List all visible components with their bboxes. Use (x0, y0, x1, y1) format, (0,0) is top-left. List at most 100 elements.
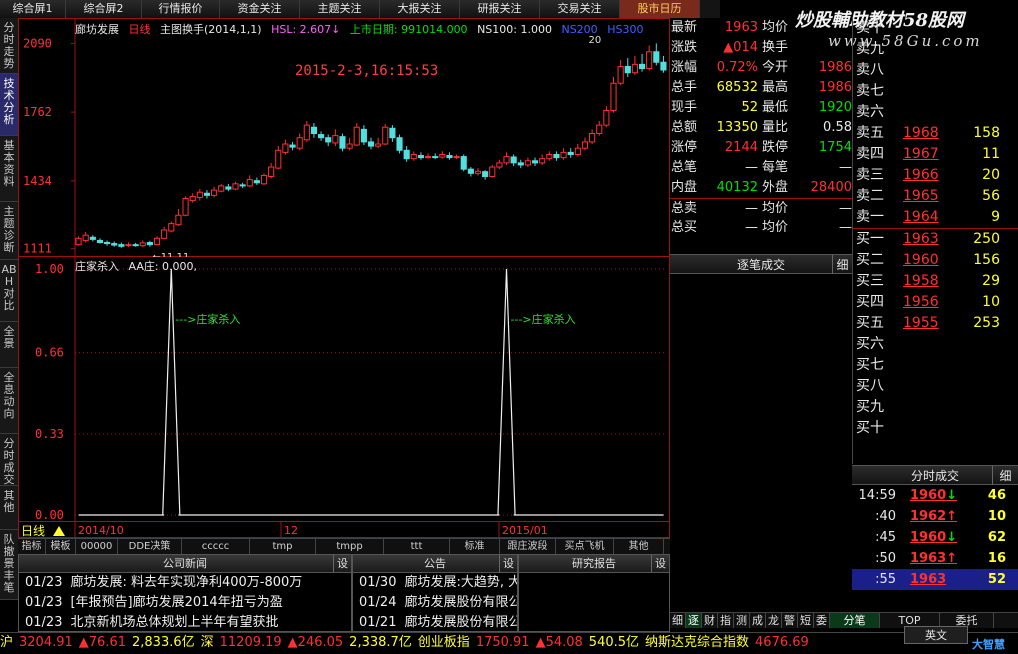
ask-row[interactable]: 卖九 (853, 39, 1018, 60)
indicator-tab-8[interactable]: 标准 (450, 539, 500, 554)
bid-row[interactable]: 买八 (853, 376, 1018, 397)
timesales-detail-button[interactable]: 细 (992, 466, 1018, 485)
left-tab-2[interactable]: 基本资料 (0, 136, 18, 202)
candle-body (417, 155, 424, 159)
right-tab-3[interactable]: 指 (718, 613, 734, 628)
news-panel-header[interactable]: 研究报告 设 (519, 555, 669, 573)
indicator-tab-4[interactable]: ccccc (182, 539, 250, 554)
top-tab-2[interactable]: 行情报价 (142, 0, 220, 18)
top-tab-5[interactable]: 大报关注 (380, 0, 460, 18)
ime-indicator[interactable]: 英文 (904, 626, 968, 644)
bid-row[interactable]: 买十 (853, 418, 1018, 439)
right-tab-9[interactable]: 委 (814, 613, 830, 628)
ask-row[interactable]: 卖七 (853, 81, 1018, 102)
ask-row[interactable]: 卖十 (853, 18, 1018, 39)
candle-body (253, 180, 260, 184)
top-tab-3[interactable]: 资金关注 (220, 0, 300, 18)
news-settings-button[interactable]: 设 (333, 555, 351, 572)
ask-row[interactable]: 卖五 1968 158 (853, 123, 1018, 144)
indicator-tab-10[interactable]: 买点飞机 (556, 539, 614, 554)
news-row[interactable]: 01/30 廊坊发展:大趋势, 大空间 (353, 573, 517, 593)
news-row[interactable]: 01/23 北京新机场总体规划上半年有望获批 (19, 613, 351, 631)
top-tab-8[interactable]: 股市日历 (620, 0, 700, 18)
quote-label: 换手 (762, 40, 789, 55)
timesales-row[interactable]: 14:59 1960↓ 46 (852, 485, 1018, 506)
indicator-panel[interactable]: 1.00 0.66 0.33 0.00 --->庄家杀入 --->庄家杀入 庄家杀入 AA… (19, 257, 669, 521)
right-tab-8[interactable]: 短 (798, 613, 814, 628)
news-row[interactable]: 01/21 廊坊发展股份有限公司股票交易异常 (353, 613, 517, 631)
indicator-chart[interactable]: 1.00 0.66 0.33 0.00 --->庄家杀入 --->庄家杀入 (19, 257, 669, 521)
candle-body (346, 143, 353, 149)
left-tab-5[interactable]: 全景 (0, 322, 18, 368)
news-settings-button[interactable]: 设 (651, 555, 669, 572)
left-tab-9[interactable]: 队撤景丰笔 (0, 530, 18, 600)
indicator-tab-11[interactable]: 其他 (614, 539, 664, 554)
candlestick-chart[interactable]: 2090176214341111←11.1120 (19, 19, 669, 257)
period-tag: 日线 (21, 524, 45, 538)
news-row[interactable]: 01/24 廊坊发展股份有限公司2014年年度业绩 (353, 593, 517, 613)
ask-row[interactable]: 卖一 1964 9 (853, 207, 1018, 228)
kline-chart-area[interactable]: 2090176214341111←11.1120 廊坊发展 日线 主图换手(20… (18, 18, 670, 538)
bid-row[interactable]: 买三 1958 29 (853, 271, 1018, 292)
timesales-header[interactable]: 分时成交 细 (852, 465, 1018, 485)
right-tab-7[interactable]: 警 (782, 613, 798, 628)
timesales-row[interactable]: :45 1960↓ 62 (852, 527, 1018, 548)
top-tab-7[interactable]: 交易关注 (540, 0, 620, 18)
left-tab-4[interactable]: ABH对比 (0, 260, 18, 322)
top-tab-0[interactable]: 综合屏1 (0, 0, 66, 18)
timesales-row[interactable]: :55 1963 52 (852, 569, 1018, 590)
tick-trade-detail-button[interactable]: 细 (832, 255, 852, 274)
indicator-tab-3[interactable]: DDE决策 (118, 539, 182, 554)
bid-row[interactable]: 买二 1960 156 (853, 250, 1018, 271)
ask-row[interactable]: 卖二 1965 56 (853, 186, 1018, 207)
indicator-tab-9[interactable]: 跟庄波段 (500, 539, 556, 554)
right-tab-0[interactable]: 细 (670, 613, 686, 628)
ask-price: 1968 (903, 125, 939, 141)
bid-row[interactable]: 买九 (853, 397, 1018, 418)
left-tab-8[interactable]: 其他 (0, 486, 18, 530)
quote-label: 涨停 (671, 140, 698, 155)
bid-row[interactable]: 买四 1956 10 (853, 292, 1018, 313)
price-panel[interactable]: 2090176214341111←11.1120 廊坊发展 日线 主图换手(20… (19, 19, 669, 257)
left-tab-0[interactable]: 分时走势 (0, 18, 18, 74)
trade-price: 1960↓ (910, 527, 957, 548)
period-triangle-icon[interactable] (53, 526, 65, 536)
tick-trade-header[interactable]: 逐笔成交 细 (670, 254, 852, 274)
news-row[interactable]: 01/23 廊坊发展: 料去年实现净利400万-800万 (19, 573, 351, 593)
bid-row[interactable]: 买一 1963 250 (853, 229, 1018, 250)
announcement-settings-button[interactable]: 设 (499, 555, 517, 573)
ask-row[interactable]: 卖八 (853, 60, 1018, 81)
left-tab-3[interactable]: 主题诊断 (0, 202, 18, 260)
right-tab-10[interactable]: 分笔 (830, 613, 880, 628)
hs300-label: HS300 (607, 23, 644, 36)
top-tab-1[interactable]: 综合屏2 (66, 0, 142, 18)
top-tab-6[interactable]: 研报关注 (460, 0, 540, 18)
indicator-tab-5[interactable]: tmp (250, 539, 316, 554)
indicator-tab-7[interactable]: ttt (384, 539, 450, 554)
indicator-tab-1[interactable]: 模板 (46, 539, 76, 554)
left-tab-7[interactable]: 分时成交 (0, 434, 18, 486)
indicator-tab-2[interactable]: 00000 (76, 539, 118, 554)
indicator-tab-6[interactable]: tmpp (316, 539, 384, 554)
ask-row[interactable]: 卖四 1967 11 (853, 144, 1018, 165)
news-panel-header[interactable]: 公司新闻 设 (19, 555, 351, 573)
indicator-tab-0[interactable]: 指标 (18, 539, 46, 554)
right-tab-5[interactable]: 成 (750, 613, 766, 628)
left-tab-1[interactable]: 技术分析 (0, 74, 18, 136)
right-tab-1[interactable]: 逐 (686, 613, 702, 628)
bid-row[interactable]: 买六 (853, 334, 1018, 355)
right-tab-4[interactable]: 测 (734, 613, 750, 628)
right-tab-2[interactable]: 财 (702, 613, 718, 628)
timesales-row[interactable]: :50 1963↑ 16 (852, 548, 1018, 569)
top-tab-4[interactable]: 主题关注 (300, 0, 380, 18)
ask-row[interactable]: 卖三 1966 20 (853, 165, 1018, 186)
bid-row[interactable]: 买五 1955 253 (853, 313, 1018, 334)
right-tab-6[interactable]: 龙 (766, 613, 782, 628)
timesales-row[interactable]: :40 1962↑ 10 (852, 506, 1018, 527)
news-panel-header[interactable]: 公告 (353, 555, 517, 573)
ask-row[interactable]: 卖六 (853, 102, 1018, 123)
bid-row[interactable]: 买七 (853, 355, 1018, 376)
news-row[interactable]: 01/23 [年报预告]廊坊发展2014年扭亏为盈 (19, 593, 351, 613)
left-tab-6[interactable]: 全息动向 (0, 368, 18, 434)
candle-body (638, 63, 646, 70)
